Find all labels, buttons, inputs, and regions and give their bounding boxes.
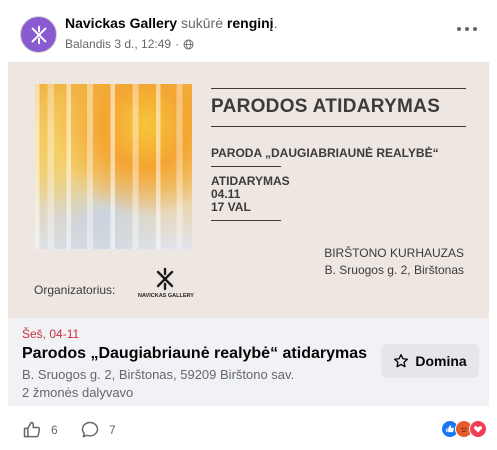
thumbs-up-icon (23, 421, 41, 438)
venue-address: B. Sruogos g. 2, Birštonas (324, 263, 464, 277)
comment-button[interactable]: 7 (80, 420, 116, 440)
event-title[interactable]: Parodos „Daugiabriaunė realybė“ atidarym… (22, 345, 367, 363)
event-info-card[interactable]: Šeš, 04-11 Parodos „Daugiabriaunė realyb… (8, 318, 489, 406)
navickas-logo-icon (31, 25, 46, 44)
poster-divider (211, 88, 466, 89)
interested-button[interactable]: Domina (381, 344, 479, 378)
page-avatar[interactable] (20, 16, 57, 53)
more-dot (473, 27, 477, 31)
post-meta: Balandis 3 d., 12:49 · (65, 37, 194, 51)
like-button[interactable]: 6 (22, 420, 58, 440)
page-name-link[interactable]: Navickas Gallery (65, 15, 177, 31)
poster-opening-block: ATIDARYMAS 04.11 17 VAL (211, 175, 290, 214)
event-date: Šeš, 04-11 (22, 327, 80, 341)
organizer-label: Organizatorius: (34, 283, 116, 297)
comment-icon (81, 421, 99, 438)
title-suffix: . (273, 15, 278, 31)
poster-divider (211, 166, 281, 167)
event-location: B. Sruogos g. 2, Birštonas, 59209 Biršto… (22, 367, 295, 382)
post-footer: 6 7 (0, 410, 497, 450)
opening-time: 17 VAL (211, 200, 251, 214)
event-attendance: 2 žmonės dalyvavo (22, 385, 134, 400)
navickas-logo-icon (156, 267, 174, 291)
organizer-logo-text: NAVICKAS GALLERY (138, 293, 194, 299)
post-title: Navickas Gallery sukūrė renginį. (65, 15, 277, 31)
event-object-link[interactable]: renginį (227, 15, 274, 31)
poster-subheading: PARODA „DAUGIABRIAUNĖ REALYBĖ“ (211, 146, 439, 160)
comments-count: 7 (109, 423, 116, 437)
more-options-icon[interactable] (457, 22, 477, 36)
love-reaction-icon (469, 420, 487, 438)
meta-separator: · (175, 37, 180, 51)
post-timestamp[interactable]: Balandis 3 d., 12:49 (65, 37, 171, 51)
post-header: Navickas Gallery sukūrė renginį. Balandi… (0, 0, 497, 62)
event-cover-image[interactable]: PARODOS ATIDARYMAS PARODA „DAUGIABRIAUNĖ… (8, 62, 489, 318)
poster-divider (211, 220, 281, 221)
venue-name: BIRŠTONO KURHAUZAS (324, 246, 464, 260)
star-icon (394, 354, 409, 368)
more-dot (465, 27, 469, 31)
action-text: sukūrė (177, 15, 227, 31)
globe-icon[interactable] (183, 39, 194, 50)
poster-heading: PARODOS ATIDARYMAS (211, 96, 441, 117)
reactions-summary[interactable] (441, 420, 487, 438)
painting-image (35, 84, 192, 249)
more-dot (457, 27, 461, 31)
organizer-logo: NAVICKAS GALLERY (133, 267, 199, 307)
poster-venue: BIRŠTONO KURHAUZAS B. Sruogos g. 2, Birš… (324, 245, 464, 279)
poster-divider (211, 126, 466, 127)
interested-label: Domina (415, 353, 467, 369)
likes-count: 6 (51, 423, 58, 437)
